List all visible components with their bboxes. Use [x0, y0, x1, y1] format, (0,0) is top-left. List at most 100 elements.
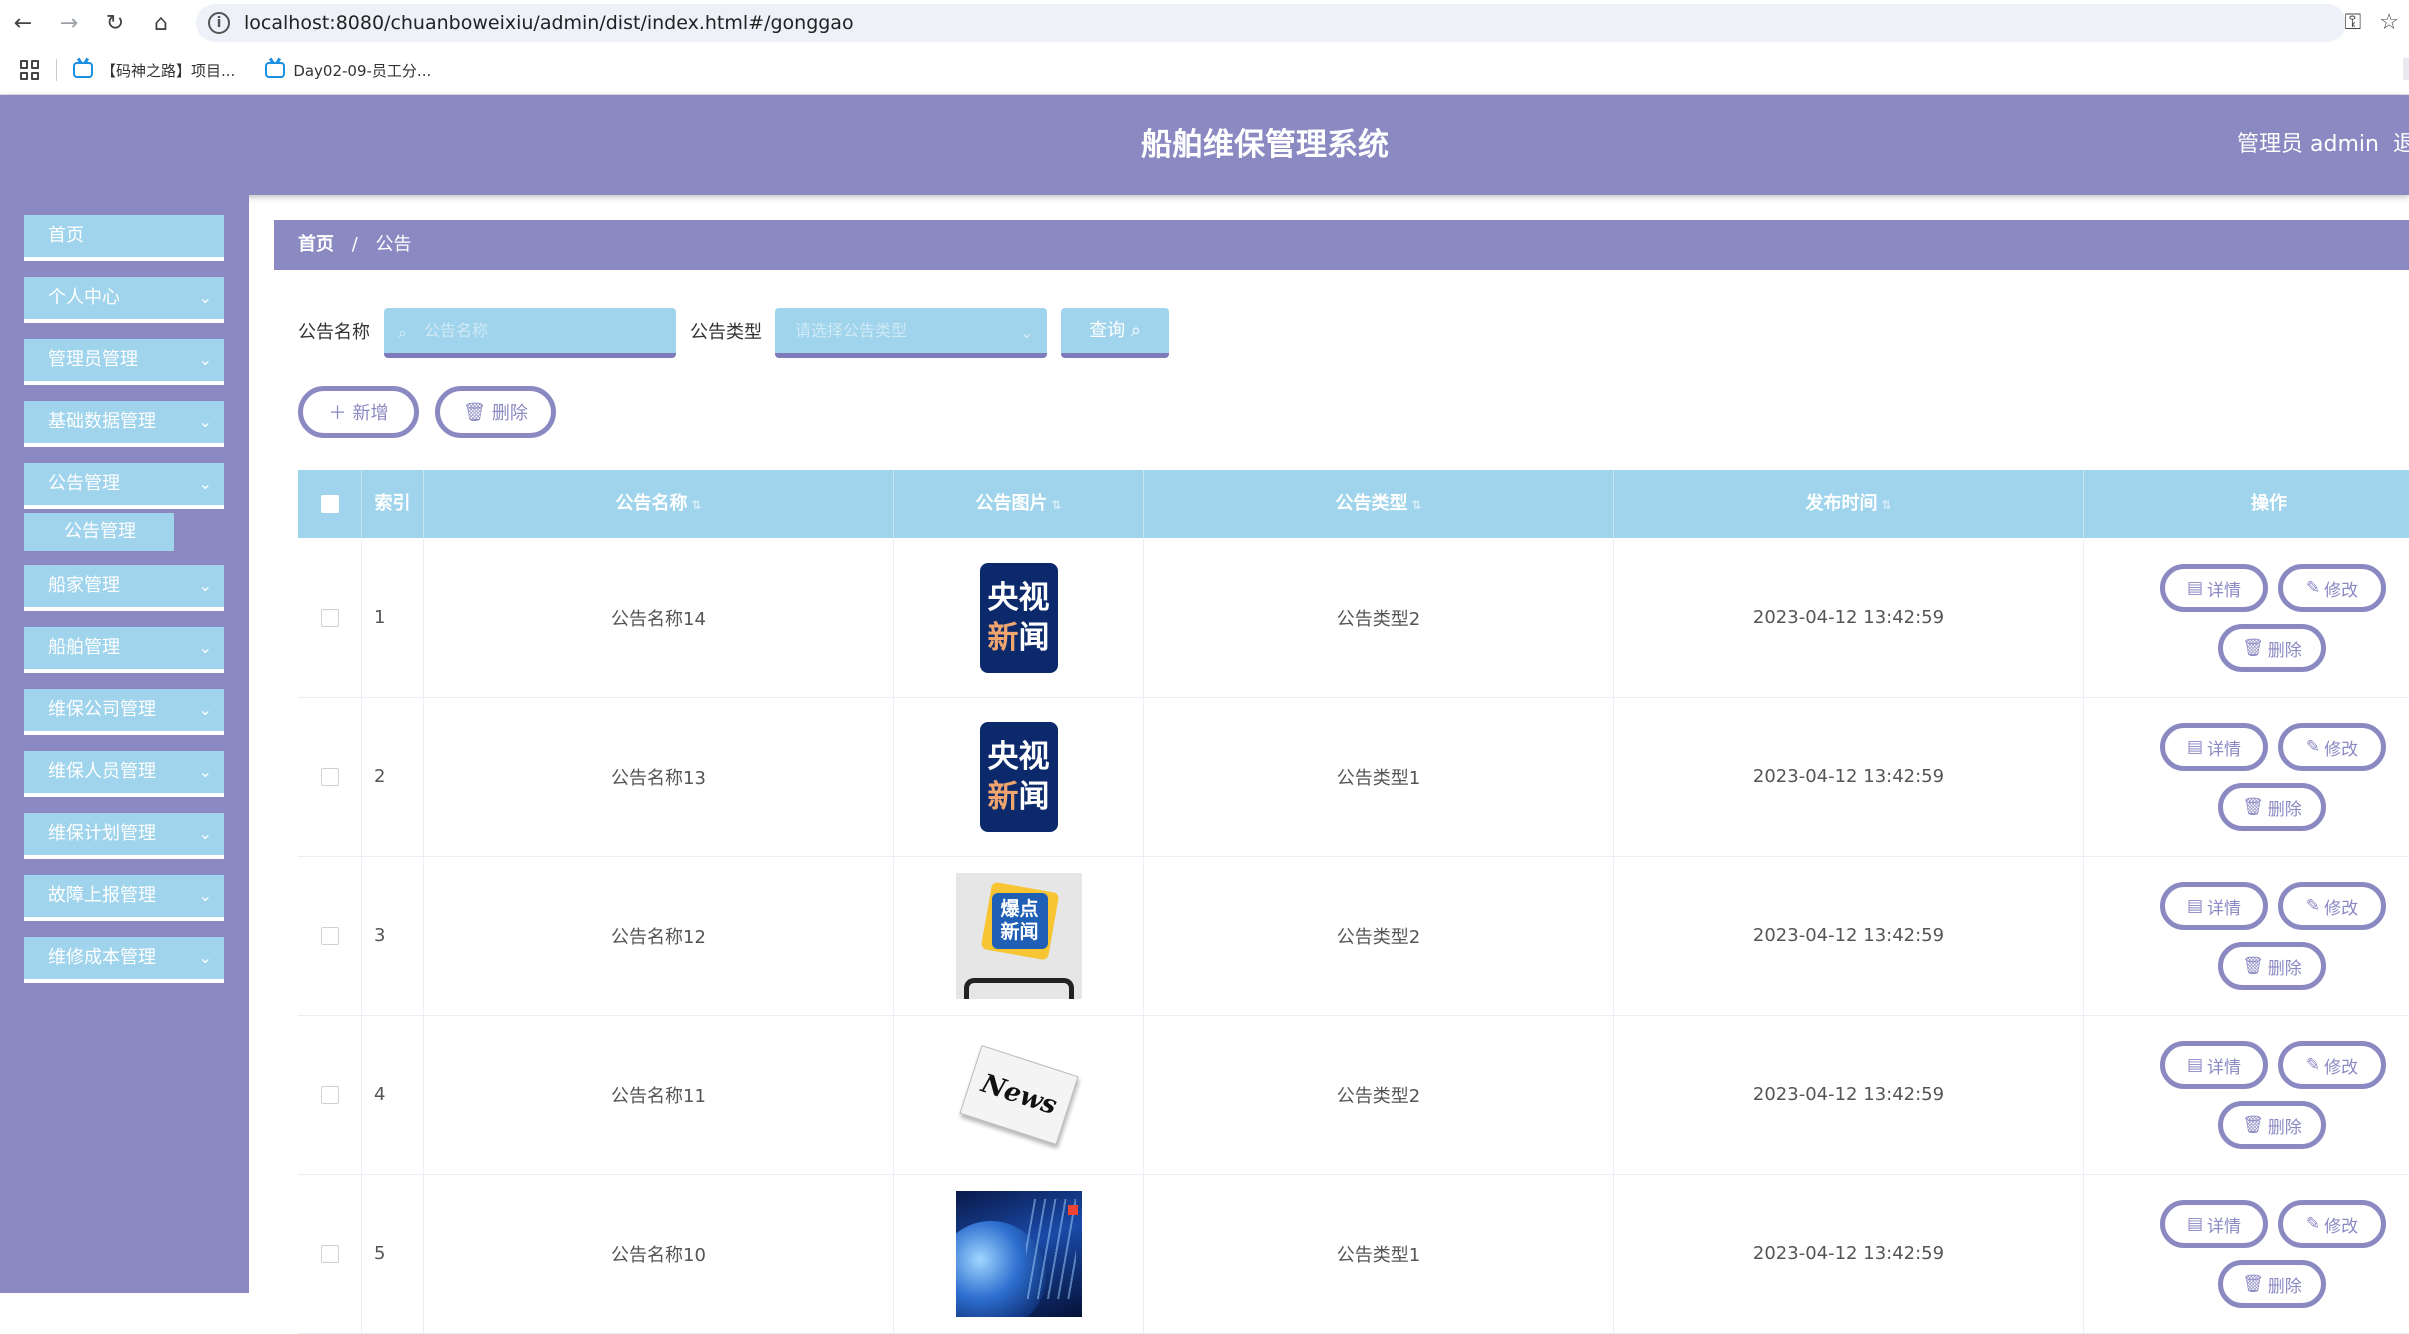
- app-header: 船舶维保管理系统 管理员 admin 退: [0, 95, 2409, 195]
- button-label: 修改: [2324, 580, 2359, 601]
- url-text[interactable]: localhost:8080/chuanboweixiu/admin/dist/…: [244, 12, 854, 34]
- add-button[interactable]: ＋ 新增: [298, 386, 419, 438]
- type-cell: 公告类型2: [1144, 538, 1614, 697]
- edit-button[interactable]: ✎ 修改: [2278, 564, 2386, 612]
- bookmark-star-icon[interactable]: ☆: [2379, 10, 2399, 35]
- detail-button[interactable]: ▤ 详情: [2160, 564, 2268, 612]
- detail-button[interactable]: ▤ 详情: [2160, 882, 2268, 930]
- site-info-icon[interactable]: i: [208, 12, 230, 34]
- delete-button[interactable]: 🗑 删除: [2218, 783, 2326, 831]
- breadcrumb-current: 公告: [375, 234, 412, 255]
- batch-delete-button[interactable]: 🗑 删除: [435, 386, 556, 438]
- column-index: 索引: [362, 470, 424, 538]
- reload-icon[interactable]: ↻: [92, 0, 138, 46]
- detail-button[interactable]: ▤ 详情: [2160, 1041, 2268, 1089]
- document-icon: ▤: [2186, 896, 2204, 916]
- bookmark-label: Day02-09-员工分...: [293, 61, 432, 80]
- name-search-input[interactable]: [384, 308, 676, 358]
- sidebar-item-ship[interactable]: 船舶管理 ⌄: [24, 627, 224, 673]
- sidebar-item-admin[interactable]: 管理员管理 ⌄: [24, 339, 224, 385]
- ops-cell: [2084, 856, 2409, 1015]
- name-cell: 公告名称10: [424, 1174, 894, 1333]
- sort-icon[interactable]: ⇅: [1051, 498, 1061, 512]
- edit-button[interactable]: ✎ 修改: [2278, 1200, 2386, 1248]
- sidebar-item-staff[interactable]: 维保人员管理 ⌄: [24, 751, 224, 797]
- row-checkbox[interactable]: [320, 767, 339, 786]
- back-icon[interactable]: ←: [0, 0, 46, 46]
- row-checkbox[interactable]: [320, 1085, 339, 1104]
- delete-button[interactable]: 🗑 删除: [2218, 1260, 2326, 1308]
- bookmark-item[interactable]: Day02-09-员工分...: [265, 60, 431, 81]
- logout-link[interactable]: 退: [2393, 95, 2409, 195]
- apps-grid-icon[interactable]: [20, 60, 40, 80]
- delete-button[interactable]: 🗑 删除: [2218, 942, 2326, 990]
- button-label: 详情: [2207, 1057, 2242, 1078]
- chevron-down-icon: ⌄: [198, 762, 212, 781]
- detail-button[interactable]: ▤ 详情: [2160, 1200, 2268, 1248]
- column-image[interactable]: 公告图片 ⇅: [894, 470, 1144, 538]
- globe-news-image[interactable]: [955, 1190, 1082, 1317]
- type-cell: 公告类型2: [1144, 1015, 1614, 1174]
- edit-icon: ✎: [2305, 1214, 2321, 1234]
- trash-icon: 🗑: [463, 401, 486, 423]
- button-label: 删除: [2267, 958, 2302, 979]
- delete-button[interactable]: 🗑 删除: [2218, 624, 2326, 672]
- edit-button[interactable]: ✎ 修改: [2278, 723, 2386, 771]
- sidebar-item-fault[interactable]: 故障上报管理 ⌄: [24, 875, 224, 921]
- select-all-cell: [298, 470, 362, 538]
- cctv-news-image[interactable]: 央视 新闻: [956, 714, 1082, 840]
- sort-icon[interactable]: ⇅: [691, 498, 701, 512]
- column-time[interactable]: 发布时间 ⇅: [1614, 470, 2084, 538]
- table-row: 2 公告名称13 央视 新闻 公告类型1 2023-04-12 13:42:59 …: [298, 697, 2409, 857]
- sidebar-item-plan[interactable]: 维保计划管理 ⌄: [24, 813, 224, 859]
- row-checkbox[interactable]: [320, 608, 339, 627]
- query-button[interactable]: 查询 ⌕: [1061, 308, 1169, 358]
- edit-button[interactable]: ✎ 修改: [2278, 882, 2386, 930]
- newspaper-image[interactable]: News: [956, 1032, 1082, 1158]
- button-label: 详情: [2207, 580, 2242, 601]
- edit-icon: ✎: [2305, 737, 2321, 757]
- baodian-news-image[interactable]: 爆点 新闻: [955, 872, 1082, 999]
- sidebar-item-profile[interactable]: 个人中心 ⌄: [24, 277, 224, 323]
- sidebar-item-basic-data[interactable]: 基础数据管理 ⌄: [24, 401, 224, 447]
- thumb-text: 新: [987, 619, 1019, 656]
- home-icon[interactable]: ⌂: [138, 0, 184, 46]
- row-checkbox[interactable]: [320, 926, 339, 945]
- forward-icon[interactable]: →: [46, 0, 92, 46]
- sidebar-item-home[interactable]: 首页: [24, 215, 224, 261]
- sidebar-item-notice[interactable]: 公告管理 ⌄: [24, 463, 224, 509]
- select-all-checkbox[interactable]: [320, 495, 339, 513]
- search-icon: ⌕: [398, 323, 407, 342]
- sort-icon[interactable]: ⇅: [1881, 498, 1891, 512]
- sidebar-item-shipowner[interactable]: 船家管理 ⌄: [24, 565, 224, 611]
- image-cell: 爆点 新闻: [894, 856, 1144, 1015]
- delete-button[interactable]: 🗑 删除: [2218, 1101, 2326, 1149]
- thumb-text: 新闻: [1000, 920, 1039, 943]
- bookmark-item[interactable]: 【码神之路】项目...: [73, 60, 235, 81]
- breadcrumb-home[interactable]: 首页: [298, 234, 334, 255]
- column-name[interactable]: 公告名称 ⇅: [424, 470, 894, 538]
- button-label: 修改: [2324, 1057, 2359, 1078]
- table-header: 索引 公告名称 ⇅ 公告图片 ⇅ 公告类型 ⇅ 发布时间 ⇅ 操作: [298, 470, 2409, 538]
- edit-icon: ✎: [2305, 896, 2321, 916]
- thumb-text: 新: [987, 778, 1019, 815]
- address-bar[interactable]: i localhost:8080/chuanboweixiu/admin/dis…: [196, 4, 2346, 42]
- column-ops: 操作: [2084, 470, 2409, 538]
- document-icon: ▤: [2186, 1055, 2204, 1075]
- row-checkbox[interactable]: [320, 1244, 339, 1263]
- chevron-down-icon: ⌄: [1020, 323, 1034, 342]
- type-select[interactable]: [775, 308, 1047, 358]
- sidebar-item-cost[interactable]: 维修成本管理 ⌄: [24, 937, 224, 983]
- column-type[interactable]: 公告类型 ⇅: [1144, 470, 1614, 538]
- chevron-down-icon: ⌄: [198, 824, 212, 843]
- sidebar-subitem-notice[interactable]: 公告管理: [24, 513, 174, 551]
- edit-button[interactable]: ✎ 修改: [2278, 1041, 2386, 1089]
- sidebar-item-label: 故障上报管理: [48, 885, 156, 906]
- sort-icon[interactable]: ⇅: [1411, 498, 1421, 512]
- password-key-icon[interactable]: ⚿: [2345, 10, 2362, 35]
- button-label: 删除: [2267, 640, 2302, 661]
- detail-button[interactable]: ▤ 详情: [2160, 723, 2268, 771]
- table-row: 5 公告名称10 公告类型1 2023-04-12 13:42:59 ▤ 详情 ✎…: [298, 1174, 2409, 1334]
- cctv-news-image[interactable]: 央视 新闻: [956, 555, 1082, 681]
- sidebar-item-company[interactable]: 维保公司管理 ⌄: [24, 689, 224, 735]
